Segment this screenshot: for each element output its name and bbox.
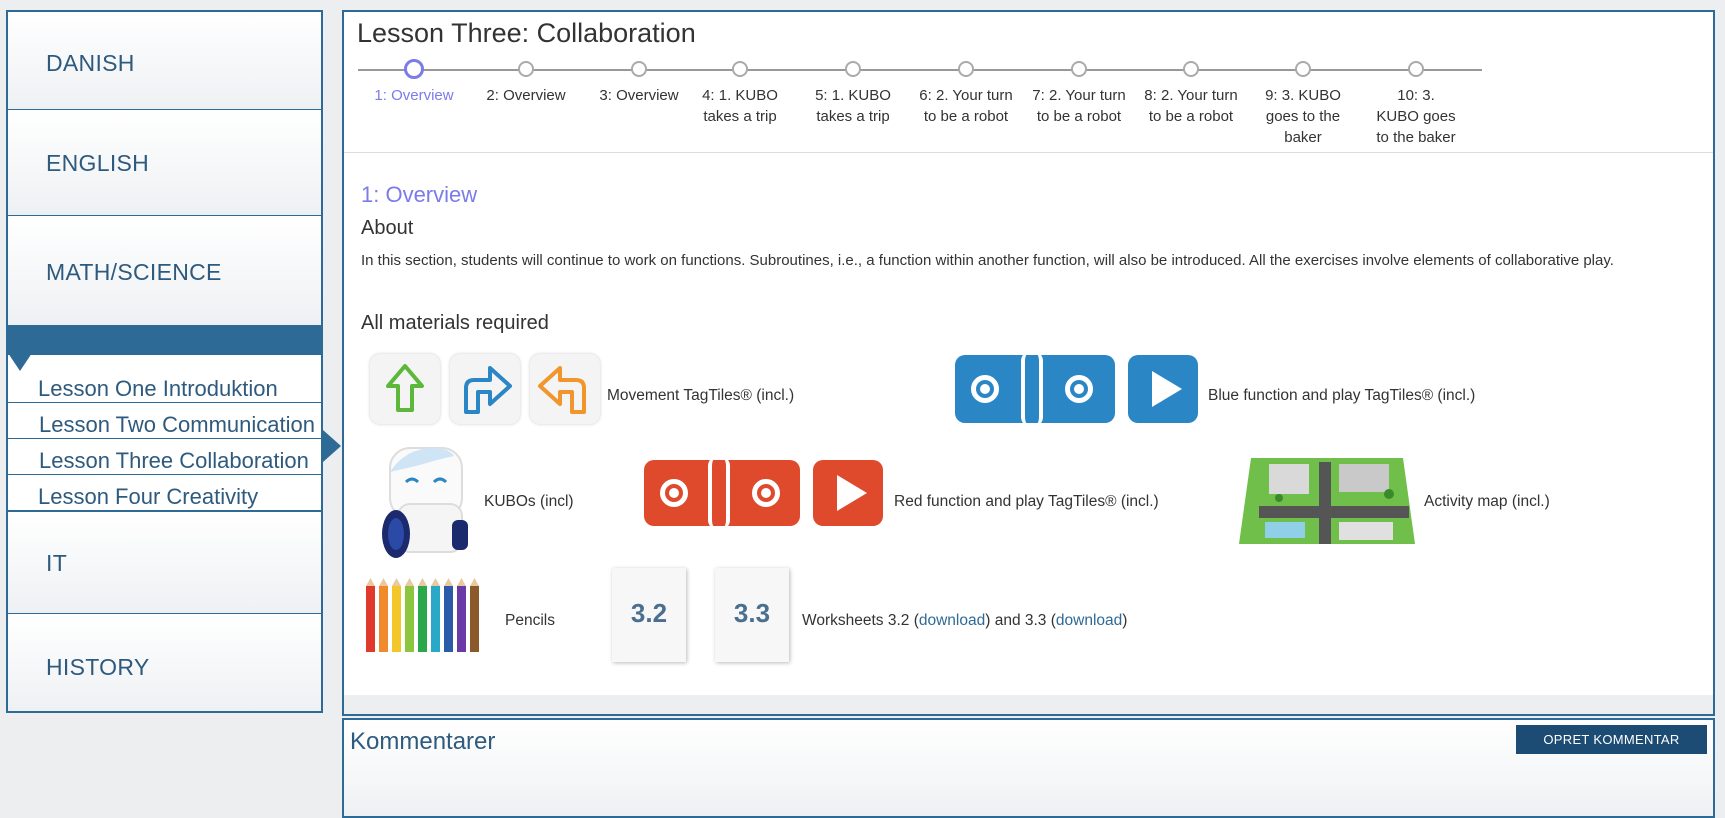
step-label: 1: Overview bbox=[374, 87, 454, 104]
step-4[interactable]: 4: 1. KUBO takes a trip bbox=[695, 61, 785, 127]
lesson-item-two[interactable]: Lesson Two Communication bbox=[8, 403, 321, 439]
worksheet-3-2-icon: 3.2 bbox=[612, 568, 686, 662]
turn-right-tile-icon bbox=[450, 354, 520, 424]
step-6[interactable]: 6: 2. Your turn to be a robot bbox=[915, 61, 1017, 127]
step-label: 8: 2. Your turn to be a robot bbox=[1144, 87, 1238, 125]
step-label: 4: 1. KUBO takes a trip bbox=[702, 87, 778, 125]
step-label: 6: 2. Your turn to be a robot bbox=[919, 87, 1013, 125]
about-heading: About bbox=[361, 217, 414, 239]
step-2[interactable]: 2: Overview bbox=[470, 61, 582, 106]
step-3[interactable]: 3: Overview bbox=[583, 61, 695, 106]
ring-icon bbox=[752, 479, 780, 507]
step-circle bbox=[1071, 61, 1087, 77]
step-circle bbox=[845, 61, 861, 77]
step-5[interactable]: 5: 1. KUBO takes a trip bbox=[808, 61, 898, 127]
worksheet-number: 3.2 bbox=[630, 598, 668, 628]
step-label: 2: Overview bbox=[486, 87, 566, 104]
lesson-item-label: Lesson Three Collaboration bbox=[39, 448, 309, 473]
section-title: 1: Overview bbox=[361, 182, 478, 207]
step-10[interactable]: 10: 3. KUBO goes to the baker bbox=[1374, 61, 1458, 148]
page-title: Lesson Three: Collaboration bbox=[357, 18, 696, 48]
activity-map-icon bbox=[1239, 448, 1415, 544]
lesson-item-three[interactable]: Lesson Three Collaboration bbox=[8, 439, 321, 475]
step-circle bbox=[732, 61, 748, 77]
ring-icon bbox=[660, 479, 688, 507]
material-label: Red function and play TagTiles® (incl.) bbox=[894, 493, 1159, 510]
material-label: Movement TagTiles® (incl.) bbox=[607, 387, 795, 404]
lesson-panel: Lesson Three: Collaboration 1: Overview … bbox=[342, 10, 1715, 716]
worksheets-text: Worksheets 3.2 ( bbox=[802, 612, 919, 629]
sidebar-item-it[interactable]: IT bbox=[8, 511, 321, 614]
sidebar-item-label: MATH/SCIENCE bbox=[46, 259, 222, 285]
turn-left-tile-icon bbox=[530, 354, 600, 424]
materials-heading: All materials required bbox=[361, 312, 549, 334]
step-9[interactable]: 9: 3. KUBO goes to the baker bbox=[1261, 61, 1345, 148]
sidebar-item-math-science[interactable]: MATH/SCIENCE bbox=[8, 216, 321, 325]
step-7[interactable]: 7: 2. Your turn to be a robot bbox=[1028, 61, 1130, 127]
blue-function-tile-icon bbox=[955, 351, 1115, 427]
step-circle bbox=[518, 61, 534, 77]
worksheets-text: ) and 3.3 ( bbox=[985, 612, 1056, 629]
step-circle bbox=[958, 61, 974, 77]
material-label: Pencils bbox=[505, 612, 555, 629]
blue-play-tile-icon bbox=[1128, 355, 1198, 423]
download-worksheet-3-3-link[interactable]: download bbox=[1056, 612, 1122, 629]
step-circle bbox=[1183, 61, 1199, 77]
material-label: Activity map (incl.) bbox=[1424, 493, 1550, 510]
worksheet-number: 3.3 bbox=[733, 598, 771, 628]
worksheets-label: Worksheets 3.2 (download) and 3.3 (downl… bbox=[802, 612, 1127, 630]
sidebar-item-label: HISTORY bbox=[46, 654, 150, 680]
ring-icon bbox=[1065, 375, 1093, 403]
step-1[interactable]: 1: Overview bbox=[358, 59, 470, 106]
panel-footer bbox=[344, 695, 1713, 714]
lesson-item-label: Lesson One Introduktion bbox=[38, 376, 278, 401]
lesson-item-one[interactable]: Lesson One Introduktion bbox=[8, 367, 321, 403]
step-label: 9: 3. KUBO goes to the baker bbox=[1265, 87, 1341, 146]
comments-title: Kommentarer bbox=[350, 728, 496, 755]
subject-sidebar: DANISH ENGLISH MATH/SCIENCE Lesson One I… bbox=[6, 10, 323, 713]
red-play-tile-icon bbox=[813, 460, 883, 526]
red-function-tile-icon bbox=[644, 456, 800, 530]
material-label: KUBOs (incl) bbox=[484, 493, 574, 510]
up-arrow-tile-icon bbox=[370, 354, 440, 424]
worksheet-3-3-icon: 3.3 bbox=[715, 568, 789, 662]
lesson-item-four[interactable]: Lesson Four Creativity bbox=[8, 475, 321, 511]
step-circle bbox=[1295, 61, 1311, 77]
download-worksheet-3-2-link[interactable]: download bbox=[919, 612, 985, 629]
kubo-robot-icon bbox=[376, 442, 476, 562]
step-label: 5: 1. KUBO takes a trip bbox=[815, 87, 891, 125]
pencils-icon bbox=[364, 578, 496, 654]
sidebar-item-label: DANISH bbox=[46, 50, 135, 76]
step-circle bbox=[1408, 61, 1424, 77]
step-circle bbox=[404, 59, 424, 79]
lesson-item-label: Lesson Four Creativity bbox=[38, 484, 259, 509]
sidebar-item-history[interactable]: HISTORY bbox=[8, 614, 321, 711]
material-label: Blue function and play TagTiles® (incl.) bbox=[1208, 387, 1476, 404]
stepper-divider bbox=[344, 152, 1713, 153]
ring-icon bbox=[971, 375, 999, 403]
step-label: 7: 2. Your turn to be a robot bbox=[1032, 87, 1126, 125]
sidebar-item-label: ENGLISH bbox=[46, 150, 150, 176]
play-icon bbox=[1152, 371, 1182, 407]
step-8[interactable]: 8: 2. Your turn to be a robot bbox=[1140, 61, 1242, 127]
sidebar-item-english[interactable]: ENGLISH bbox=[8, 110, 321, 216]
current-lesson-pointer bbox=[323, 430, 341, 462]
comments-panel: Kommentarer OPRET KOMMENTAR bbox=[342, 718, 1715, 818]
sidebar-item-danish[interactable]: DANISH bbox=[8, 12, 321, 110]
active-subject-bar bbox=[8, 325, 321, 355]
play-icon bbox=[837, 475, 867, 511]
step-label: 3: Overview bbox=[599, 87, 679, 104]
worksheets-text: ) bbox=[1122, 612, 1128, 629]
step-label: 10: 3. KUBO goes to the baker bbox=[1376, 87, 1456, 146]
lesson-item-label: Lesson Two Communication bbox=[39, 412, 315, 437]
step-circle bbox=[631, 61, 647, 77]
create-comment-button[interactable]: OPRET KOMMENTAR bbox=[1516, 725, 1707, 754]
about-text: In this section, students will continue … bbox=[361, 252, 1614, 269]
sidebar-item-label: IT bbox=[46, 550, 68, 576]
